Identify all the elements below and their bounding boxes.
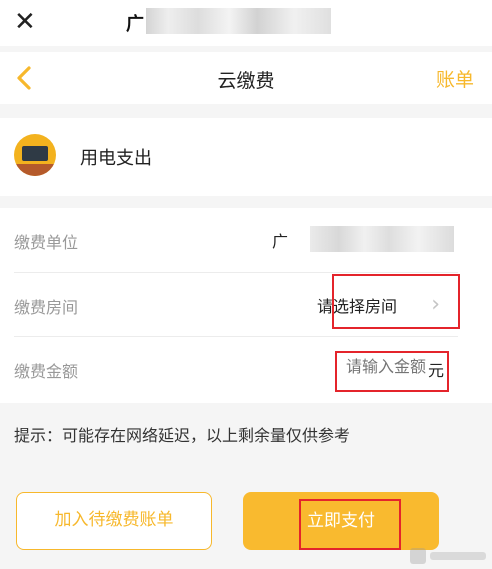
close-icon[interactable]: ✕ bbox=[14, 8, 36, 36]
row-payment-room[interactable]: 缴费房间 请选择房间 › bbox=[14, 272, 460, 337]
payment-amount-label: 缴费金额 bbox=[14, 362, 79, 381]
highlight-box bbox=[335, 351, 449, 392]
highlight-box bbox=[332, 274, 460, 329]
service-name: 用电支出 bbox=[80, 148, 152, 169]
top-bar: ✕ 广 bbox=[0, 0, 492, 46]
highlight-box bbox=[299, 499, 401, 550]
page-title: 云缴费 bbox=[217, 70, 275, 92]
redacted-unit-area bbox=[310, 226, 454, 252]
nav-bar: 云缴费 账单 bbox=[0, 52, 492, 104]
row-payment-unit: 缴费单位 广 bbox=[14, 208, 458, 272]
window-title: 广 bbox=[126, 14, 144, 35]
watermark-logo bbox=[410, 548, 486, 564]
payment-room-label: 缴费房间 bbox=[14, 298, 79, 317]
tv-icon bbox=[14, 134, 56, 176]
payment-unit-value: 广 bbox=[272, 232, 289, 251]
add-to-bills-button[interactable]: 加入待缴费账单 bbox=[16, 492, 212, 550]
tip-text: 提示：可能存在网络延迟，以上剩余量仅供参考 bbox=[14, 426, 351, 445]
payment-unit-label: 缴费单位 bbox=[14, 233, 79, 252]
service-card: 用电支出 bbox=[0, 118, 492, 196]
payment-form: 缴费单位 广 缴费房间 请选择房间 › 缴费金额 元 bbox=[0, 208, 492, 403]
redacted-title-area bbox=[146, 8, 331, 34]
row-payment-amount: 缴费金额 元 bbox=[14, 336, 458, 401]
bills-link[interactable]: 账单 bbox=[436, 65, 474, 92]
